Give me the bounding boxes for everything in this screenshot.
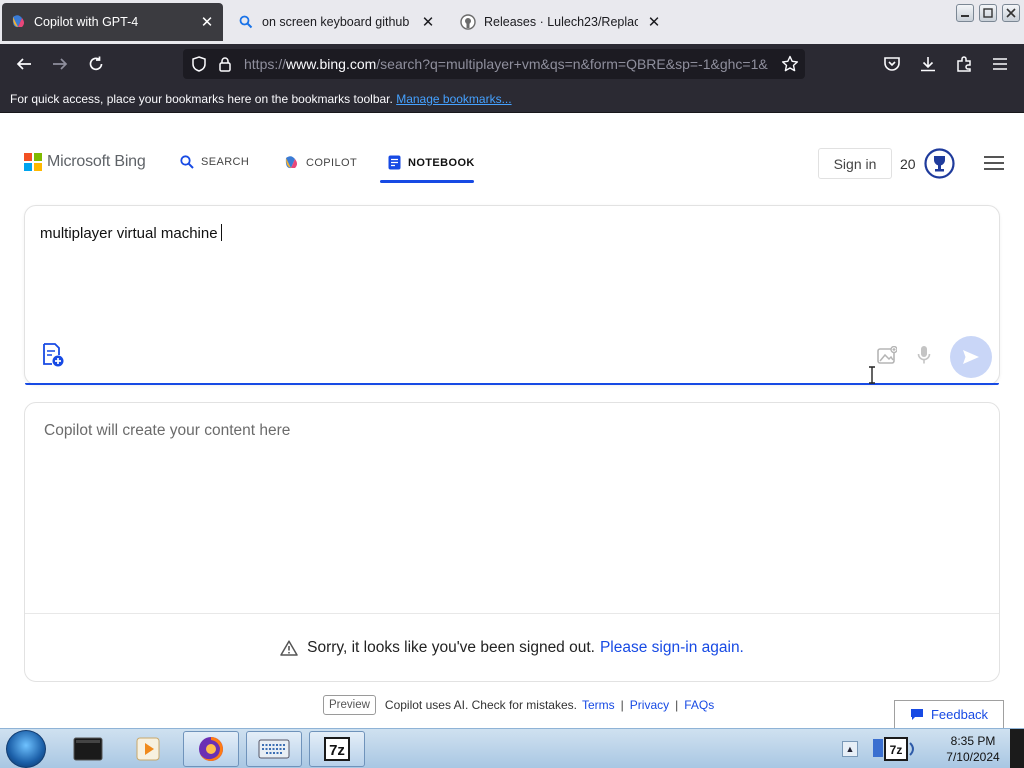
app-menu-icon[interactable] [988, 52, 1012, 76]
taskbar-firefox-icon[interactable] [183, 731, 239, 767]
search-icon [238, 14, 254, 30]
input-focus-underline [25, 383, 999, 385]
notebook-output-card: Copilot will create your content here So… [24, 402, 1000, 682]
svg-text:7z: 7z [890, 743, 903, 757]
tab-github-releases[interactable]: Releases · Lulech23/ReplaceOSK ✕ [452, 3, 670, 41]
prompt-text: multiplayer virtual machine [40, 225, 218, 242]
faqs-link[interactable]: FAQs [684, 698, 714, 712]
pocket-icon[interactable] [880, 52, 904, 76]
footer-separator: | [620, 698, 624, 712]
lock-icon[interactable] [213, 52, 237, 76]
tab-bing-search[interactable]: on screen keyboard github - Se ✕ [230, 3, 444, 41]
url-text[interactable]: https://www.bing.com/search?q=multiplaye… [244, 56, 774, 72]
address-bar[interactable]: https://www.bing.com/search?q=multiplaye… [183, 49, 805, 79]
feedback-button[interactable]: Feedback [894, 700, 1004, 728]
taskbar-onscreen-keyboard-icon[interactable] [246, 731, 302, 767]
close-window-icon[interactable] [1002, 4, 1020, 22]
github-icon [460, 14, 476, 30]
sign-in-again-link[interactable]: Please sign-in again. [600, 639, 744, 657]
copilot-icon [283, 155, 299, 171]
browser-tab-strip: Copilot with GPT-4 ✕ on screen keyboard … [0, 0, 1024, 44]
active-tab-indicator [380, 180, 474, 183]
page-footer: Preview Copilot uses AI. Check for mista… [323, 695, 714, 715]
nav-search-label: SEARCH [201, 156, 250, 168]
download-icon[interactable] [916, 52, 940, 76]
search-icon [180, 155, 194, 169]
bookmarks-hint: For quick access, place your bookmarks h… [10, 92, 393, 106]
ai-disclaimer: Copilot uses AI. Check for mistakes. [384, 698, 577, 712]
taskbar-terminal-icon[interactable] [60, 731, 116, 767]
close-tab-icon[interactable]: ✕ [199, 14, 215, 31]
microsoft-bing-logo[interactable]: Microsoft Bing [24, 153, 146, 171]
taskbar-7zip-icon[interactable]: 7z [309, 731, 365, 767]
shield-icon[interactable] [187, 52, 211, 76]
notebook-icon [388, 155, 401, 170]
manage-bookmarks-link[interactable]: Manage bookmarks... [396, 92, 511, 106]
feedback-label: Feedback [930, 707, 989, 722]
tab-title: Copilot with GPT-4 [34, 15, 139, 29]
back-arrow-icon[interactable] [12, 52, 36, 76]
logo-text: Microsoft Bing [47, 153, 146, 170]
url-path: /search?q=multiplayer+vm&qs=n&form=QBRE&… [376, 56, 768, 72]
send-icon [963, 350, 979, 364]
add-image-icon[interactable] [877, 345, 898, 364]
text-caret [220, 224, 222, 241]
nav-copilot-label: COPILOT [306, 157, 358, 169]
preview-badge: Preview [323, 695, 376, 715]
extensions-icon[interactable] [952, 52, 976, 76]
windows-taskbar: 7z ▲ 7z 8:35 PM 7/10/2024 [0, 728, 1024, 768]
minimize-window-icon[interactable] [956, 4, 974, 22]
nav-search[interactable]: SEARCH [180, 155, 249, 169]
microsoft-logo-icon [24, 153, 42, 171]
forward-arrow-icon[interactable] [48, 52, 72, 76]
bookmark-star-icon[interactable] [778, 52, 802, 76]
show-hidden-icons-icon[interactable]: ▲ [842, 741, 858, 757]
system-clock[interactable]: 8:35 PM 7/10/2024 [940, 733, 1006, 765]
prompt-textarea[interactable]: multiplayer virtual machine [40, 224, 222, 242]
footer-separator: | [675, 698, 679, 712]
terms-link[interactable]: Terms [582, 698, 615, 712]
browser-toolbar: https://www.bing.com/search?q=multiplaye… [0, 44, 1024, 84]
close-tab-icon[interactable]: ✕ [646, 14, 662, 31]
sign-in-button[interactable]: Sign in [818, 148, 892, 179]
privacy-link[interactable]: Privacy [630, 698, 669, 712]
mouse-ibeam-cursor-icon [867, 366, 877, 384]
clock-time: 8:35 PM [950, 734, 996, 748]
new-note-icon[interactable] [41, 342, 65, 368]
nav-copilot[interactable]: COPILOT [283, 155, 357, 171]
nav-notebook[interactable]: NOTEBOOK [388, 155, 475, 170]
output-divider [25, 613, 999, 614]
clock-date: 7/10/2024 [946, 750, 1000, 764]
warning-icon [280, 640, 298, 656]
send-button[interactable] [950, 336, 992, 378]
svg-text:7z: 7z [329, 742, 345, 759]
notebook-input-card[interactable]: multiplayer virtual machine [24, 205, 1000, 385]
feedback-icon [910, 708, 924, 721]
reload-icon[interactable] [84, 52, 108, 76]
bookmarks-toolbar: For quick access, place your bookmarks h… [0, 84, 1024, 113]
rewards-trophy-icon[interactable] [924, 148, 955, 179]
show-desktop-button[interactable] [1010, 729, 1024, 768]
microphone-icon[interactable] [917, 345, 931, 365]
url-host: www.bing.com [286, 56, 377, 72]
tab-copilot[interactable]: Copilot with GPT-4 ✕ [2, 3, 223, 41]
signed-out-text: Sorry, it looks like you've been signed … [307, 639, 595, 656]
output-placeholder: Copilot will create your content here [44, 422, 291, 439]
copilot-icon [10, 14, 26, 30]
taskbar-media-player-icon[interactable] [121, 731, 177, 767]
hamburger-menu-icon[interactable] [983, 155, 1005, 171]
url-prefix: https:// [244, 56, 287, 72]
signed-out-notice: Sorry, it looks like you've been signed … [25, 639, 999, 657]
rewards-points[interactable]: 20 [900, 156, 916, 172]
start-button-icon[interactable] [6, 730, 46, 768]
tray-7zip-icon[interactable]: 7z [866, 731, 924, 767]
maximize-window-icon[interactable] [979, 4, 997, 22]
nav-notebook-label: NOTEBOOK [408, 156, 475, 169]
close-tab-icon[interactable]: ✕ [420, 14, 436, 31]
tab-title: on screen keyboard github - Se [262, 15, 412, 29]
tab-title: Releases · Lulech23/ReplaceOSK [484, 15, 638, 29]
